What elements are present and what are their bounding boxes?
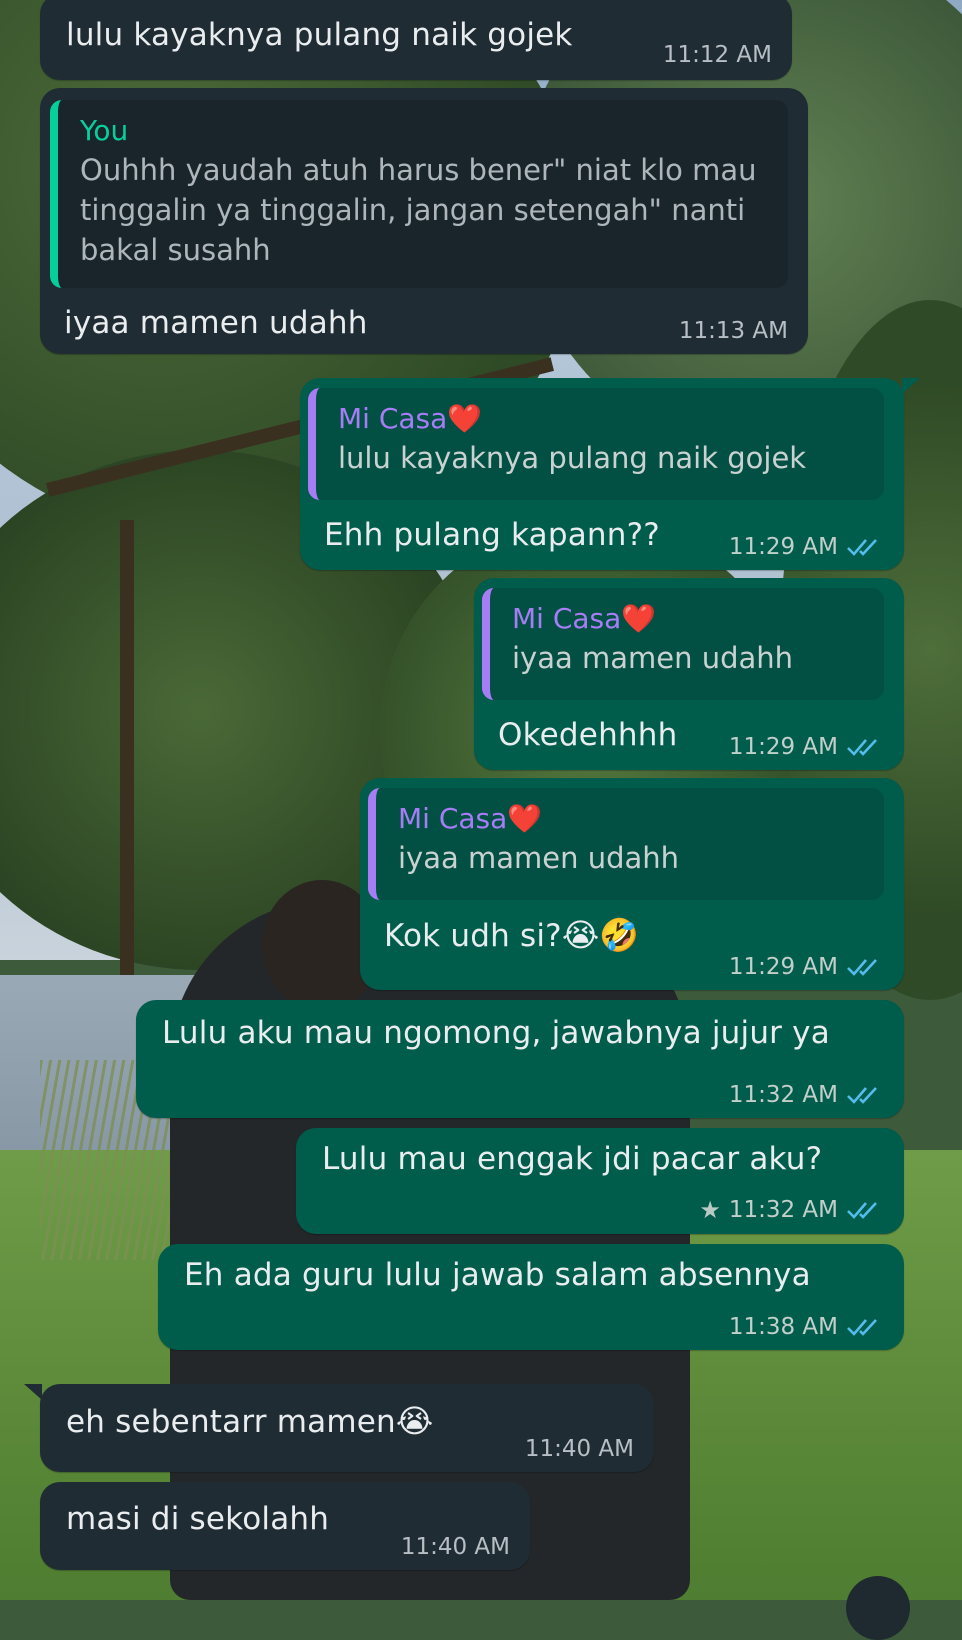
quoted-message[interactable]: Mi Casa❤️ iyaa mamen udahh — [482, 588, 884, 700]
quoted-message[interactable]: Mi Casa❤️ lulu kayaknya pulang naik goje… — [308, 388, 884, 500]
message-time: 11:13 AM — [678, 318, 788, 344]
quoted-author: You — [80, 114, 129, 147]
message-time: 11:38 AM — [728, 1314, 838, 1340]
message-time: 11:32 AM — [728, 1197, 838, 1223]
heart-icon: ❤️ — [447, 402, 483, 435]
message-time: 11:29 AM — [728, 534, 838, 560]
double-check-icon — [847, 959, 877, 976]
message-meta: 11:29 AM — [729, 534, 884, 560]
message-meta: 11:38 AM — [729, 1314, 884, 1340]
crying-emoji: 😭 — [395, 1402, 434, 1440]
message-time: 11:29 AM — [728, 734, 838, 760]
outgoing-message[interactable]: Lulu mau enggak jdi pacar aku? ★ 11:32 A… — [296, 1128, 904, 1234]
message-time: 11:29 AM — [728, 954, 838, 980]
double-check-icon — [847, 1319, 877, 1336]
message-text: Kok udh si?😭🤣 — [384, 916, 640, 954]
message-time: 11:40 AM — [400, 1534, 510, 1560]
double-check-icon — [847, 539, 877, 556]
double-check-icon — [847, 739, 877, 756]
message-time: 11:12 AM — [662, 42, 772, 68]
message-text: Lulu aku mau ngomong, jawabnya jujur ya — [162, 1015, 830, 1051]
star-icon: ★ — [699, 1196, 721, 1224]
quoted-author: Mi Casa❤️ — [398, 802, 543, 835]
quoted-author: Mi Casa❤️ — [512, 602, 657, 635]
quoted-author: Mi Casa❤️ — [338, 402, 483, 435]
message-meta: 11:13 AM — [679, 318, 788, 344]
quoted-message[interactable]: Mi Casa❤️ iyaa mamen udahh — [368, 788, 884, 900]
message-meta: 11:40 AM — [525, 1436, 634, 1462]
message-meta: 11:40 AM — [401, 1534, 510, 1560]
message-time: 11:32 AM — [728, 1082, 838, 1108]
incoming-message[interactable]: lulu kayaknya pulang naik gojek 11:12 AM — [40, 0, 792, 80]
double-check-icon — [847, 1202, 877, 1219]
incoming-message[interactable]: masi di sekolahh 11:40 AM — [40, 1482, 530, 1570]
quoted-text: iyaa mamen udahh — [512, 641, 794, 675]
quoted-message[interactable]: You Ouhhh yaudah atuh harus bener" niat … — [50, 100, 788, 288]
quoted-text: lulu kayaknya pulang naik gojek — [338, 441, 807, 475]
outgoing-message[interactable]: Lulu aku mau ngomong, jawabnya jujur ya … — [136, 1000, 904, 1118]
message-meta: 11:29 AM — [729, 954, 884, 980]
quoted-text: iyaa mamen udahh — [398, 841, 680, 875]
chat-message-list[interactable]: lulu kayaknya pulang naik gojek 11:12 AM… — [0, 0, 962, 1640]
quoted-text: Ouhhh yaudah atuh harus bener" niat klo … — [80, 153, 757, 267]
message-time: 11:40 AM — [524, 1436, 634, 1462]
outgoing-message[interactable]: Eh ada guru lulu jawab salam absennya 11… — [158, 1244, 904, 1350]
scroll-to-bottom-button[interactable] — [846, 1576, 910, 1640]
message-meta: ★ 11:32 AM — [699, 1196, 884, 1224]
outgoing-message[interactable]: Mi Casa❤️ lulu kayaknya pulang naik goje… — [300, 378, 920, 570]
message-text: iyaa mamen udahh — [64, 305, 368, 341]
message-text: Lulu mau enggak jdi pacar aku? — [322, 1141, 823, 1177]
heart-icon: ❤️ — [507, 802, 543, 835]
double-check-icon — [847, 1087, 877, 1104]
outgoing-message[interactable]: Mi Casa❤️ iyaa mamen udahh Okedehhhh 11:… — [474, 578, 904, 770]
heart-icon: ❤️ — [621, 602, 657, 635]
crying-laughing-emoji: 😭🤣 — [561, 916, 640, 954]
message-text: Eh ada guru lulu jawab salam absennya — [184, 1257, 811, 1293]
message-meta: 11:12 AM — [663, 42, 772, 68]
incoming-message[interactable]: You Ouhhh yaudah atuh harus bener" niat … — [40, 88, 808, 354]
message-meta: 11:32 AM — [729, 1082, 884, 1108]
message-meta: 11:29 AM — [729, 734, 884, 760]
outgoing-message[interactable]: Mi Casa❤️ iyaa mamen udahh Kok udh si?😭🤣… — [360, 778, 904, 990]
incoming-message[interactable]: eh sebentarr mamen😭 11:40 AM — [24, 1384, 654, 1472]
